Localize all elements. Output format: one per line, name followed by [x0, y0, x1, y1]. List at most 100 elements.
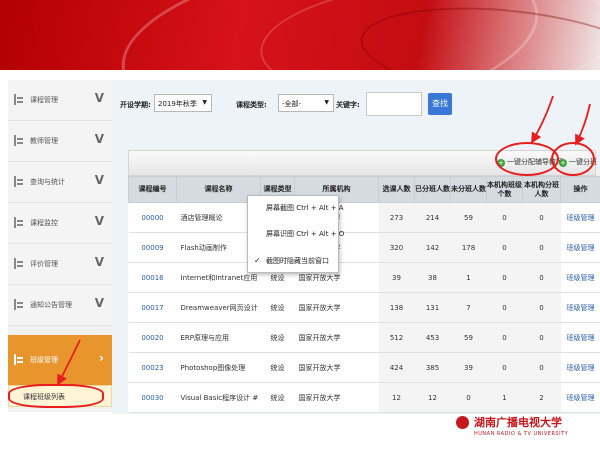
enrolled-count: 424: [378, 352, 415, 383]
enrolled-count: 39: [378, 262, 415, 293]
unassigned-count: 7: [450, 292, 487, 323]
class-manage-link[interactable]: 班级管理: [560, 292, 600, 323]
sidebar-item-query[interactable]: 查询与统计 V: [8, 162, 112, 203]
course-org: 国家开放大学: [294, 382, 379, 413]
local-assigned-count: 2: [522, 382, 561, 413]
course-name: Photoshop图像处理: [176, 352, 261, 383]
course-type: 统设: [260, 382, 295, 413]
table-header-row: 课程编号 课程名称 课程类型 所属机构 选课人数 已分班人数 未分班人数 本机构…: [128, 176, 600, 203]
chevron-right-icon: ›: [99, 351, 104, 365]
col-header: 已分班人数: [414, 176, 451, 203]
table-row: 00030 Visual Basic程序设计 # 统设 国家开放大学 12 12…: [128, 382, 600, 413]
search-button[interactable]: 查找: [428, 93, 452, 115]
class-count: 0: [486, 322, 523, 353]
course-name: ERP原理与应用: [176, 322, 261, 353]
class-manage-link[interactable]: 班级管理: [560, 382, 600, 413]
class-count: 0: [486, 202, 523, 233]
filter-bar: 开设学期: 2019年秋季 ▼ 课程类型: -全部- ▼ 关键字: 查找: [112, 80, 600, 124]
course-code-link[interactable]: 00000: [128, 202, 177, 233]
table-row: 00017 Dreamweaver网页设计 统设 国家开放大学 138 131 …: [128, 292, 600, 323]
local-assigned-count: 0: [522, 292, 561, 323]
sidebar-item-label: 课程管理: [30, 96, 58, 104]
col-header: 课程编号: [128, 176, 177, 203]
enrolled-count: 12: [378, 382, 415, 413]
course-code-link[interactable]: 00017: [128, 292, 177, 323]
doc-icon: [14, 217, 23, 228]
course-code-link[interactable]: 00020: [128, 322, 177, 353]
annotation-circle: [551, 142, 595, 176]
keyword-input[interactable]: [366, 92, 422, 116]
course-type: 统设: [260, 292, 295, 323]
course-code-link[interactable]: 00016: [128, 262, 177, 293]
col-header: 操作: [560, 176, 600, 203]
sidebar-item-label: 教师管理: [30, 137, 58, 145]
table-row: 00023 Photoshop图像处理 统设 国家开放大学 424 385 39…: [128, 352, 600, 383]
chevron-down-icon: V: [94, 255, 104, 269]
sidebar-item-course[interactable]: 课程管理 V: [8, 80, 112, 121]
sidebar-item-class[interactable]: 班级管理 ›: [8, 335, 112, 385]
unassigned-count: 0: [450, 382, 487, 413]
class-manage-link[interactable]: 班级管理: [560, 262, 600, 293]
col-header: 选课人数: [378, 176, 415, 203]
doc-icon: [14, 258, 23, 269]
class-manage-link[interactable]: 班级管理: [560, 352, 600, 383]
unassigned-count: 59: [450, 202, 487, 233]
context-menu-item[interactable]: 截图时隐藏当前窗口: [266, 256, 329, 266]
course-org: 国家开放大学: [294, 292, 379, 323]
type-select[interactable]: -全部- ▼: [278, 94, 334, 112]
class-count: 1: [486, 382, 523, 413]
sidebar-item-notice[interactable]: 通知公告管理 V: [8, 285, 112, 326]
class-manage-link[interactable]: 班级管理: [560, 232, 600, 263]
table-row: 00016 Internet和Intranet应用 统设 国家开放大学 39 3…: [128, 262, 600, 293]
assigned-count: 453: [414, 322, 451, 353]
sidebar-item-label: 课程监控: [30, 219, 58, 227]
local-assigned-count: 0: [522, 322, 561, 353]
sidebar-item-label: 班级管理: [30, 356, 58, 364]
unassigned-count: 1: [450, 262, 487, 293]
assigned-count: 385: [414, 352, 451, 383]
context-menu: 屏幕截图 Ctrl + Alt + A 屏幕识图 Ctrl + Alt + O …: [247, 195, 344, 273]
table-row: 00020 ERP原理与应用 统设 国家开放大学 512 453 59 0 0 …: [128, 322, 600, 353]
sidebar-item-label: 评价管理: [30, 260, 58, 268]
class-manage-link[interactable]: 班级管理: [560, 202, 600, 233]
assigned-count: 12: [414, 382, 451, 413]
unassigned-count: 178: [450, 232, 487, 263]
table-row: 00000 酒店管理概论 统设 国家开放大学 273 214 59 0 0 班级…: [128, 202, 600, 233]
sidebar-item-teacher[interactable]: 教师管理 V: [8, 121, 112, 162]
course-code-link[interactable]: 00030: [128, 382, 177, 413]
annotation-circle: [495, 142, 559, 176]
checkmark-icon: ✓: [254, 256, 261, 265]
context-menu-item[interactable]: 屏幕识图 Ctrl + Alt + O: [266, 229, 344, 239]
logo-en: HUNAN RADIO & TV UNIVERSITY: [474, 431, 569, 437]
course-code-link[interactable]: 00023: [128, 352, 177, 383]
local-assigned-count: 0: [522, 352, 561, 383]
local-assigned-count: 0: [522, 232, 561, 263]
assigned-count: 38: [414, 262, 451, 293]
assigned-count: 131: [414, 292, 451, 323]
term-select-value: 2019年秋季: [158, 100, 197, 108]
sidebar-item-evaluation[interactable]: 评价管理 V: [8, 244, 112, 285]
doc-icon: [14, 135, 23, 146]
university-emblem-icon: [456, 416, 469, 429]
local-assigned-count: 0: [522, 202, 561, 233]
unassigned-count: 59: [450, 322, 487, 353]
course-org: 国家开放大学: [294, 352, 379, 383]
dropdown-arrow-icon: ▼: [324, 99, 329, 106]
context-menu-item[interactable]: 屏幕截图 Ctrl + Alt + A: [266, 203, 344, 213]
course-code-link[interactable]: 00009: [128, 232, 177, 263]
enrolled-count: 320: [378, 232, 415, 263]
header-banner: [0, 0, 600, 70]
chevron-down-icon: V: [94, 214, 104, 228]
term-select[interactable]: 2019年秋季 ▼: [154, 94, 212, 112]
sidebar-item-label: 通知公告管理: [30, 301, 72, 309]
course-type: 统设: [260, 352, 295, 383]
university-logo: 湖南广播电视大学 HUNAN RADIO & TV UNIVERSITY: [450, 412, 600, 450]
sidebar-item-monitor[interactable]: 课程监控 V: [8, 203, 112, 244]
class-manage-link[interactable]: 班级管理: [560, 322, 600, 353]
keyword-label: 关键字:: [336, 101, 360, 109]
assigned-count: 214: [414, 202, 451, 233]
chevron-down-icon: V: [94, 173, 104, 187]
course-table: 课程编号 课程名称 课程类型 所属机构 选课人数 已分班人数 未分班人数 本机构…: [128, 176, 600, 413]
term-label: 开设学期:: [120, 101, 151, 109]
class-count: 0: [486, 352, 523, 383]
